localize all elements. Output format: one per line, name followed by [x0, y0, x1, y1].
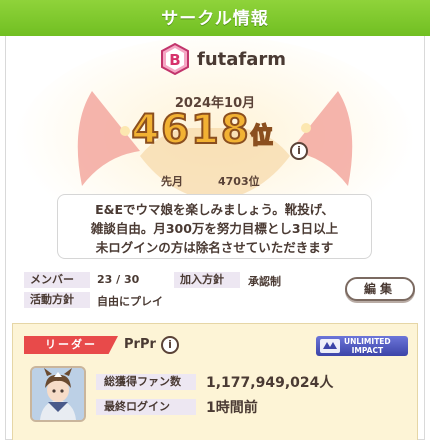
character-portrait-icon	[32, 368, 84, 420]
circle-rank: 4618位	[118, 106, 288, 154]
header-bar: サークル情報	[0, 0, 430, 36]
last-login-label: 最終ログイン	[96, 399, 196, 415]
previous-month-rank: 4703位	[218, 175, 260, 188]
rank-letter: B	[169, 51, 180, 69]
description-line: E&Eでウマ娘を楽しみましょう。靴投げ、	[95, 202, 334, 217]
badge-line-2: IMPACT	[351, 346, 384, 355]
total-fans-value: 1,177,949,024人	[206, 375, 334, 391]
leader-info-icon[interactable]: i	[161, 336, 179, 354]
game-logo-icon	[320, 339, 340, 353]
description-line: 未ログインの方は除名させていただきます	[95, 240, 334, 255]
join-policy-value: 承認制	[248, 275, 281, 288]
circle-rank-emblem: B	[161, 43, 189, 75]
rank-info-icon[interactable]: i	[290, 142, 308, 160]
member-count: 23 / 30	[97, 273, 140, 286]
unlimited-impact-badge: UNLIMITED IMPACT	[316, 336, 408, 356]
activity-policy-value: 自由にプレイ	[97, 295, 163, 308]
circle-name: futafarm	[197, 49, 287, 70]
rank-suffix: 位	[250, 123, 275, 150]
total-fans-label: 総獲得ファン数	[96, 374, 196, 390]
previous-month-label: 先月	[161, 175, 183, 188]
rank-number: 4618	[130, 106, 251, 154]
last-login-value: 1時間前	[206, 400, 258, 416]
leader-name: PrPr	[124, 337, 156, 352]
leader-avatar[interactable]	[30, 366, 86, 422]
leader-tab: リーダー	[24, 336, 118, 354]
badge-line-1: UNLIMITED	[344, 337, 391, 346]
badge-text: UNLIMITED IMPACT	[344, 337, 391, 355]
activity-policy-label: 活動方針	[24, 292, 90, 308]
header-title: サークル情報	[161, 9, 269, 29]
join-policy-label: 加入方針	[174, 272, 240, 288]
description-line: 雑談自由。月300万を努力目標とし3日以上	[90, 221, 339, 236]
member-label: メンバー	[24, 272, 90, 288]
circle-description: E&Eでウマ娘を楽しみましょう。靴投げ、 雑談自由。月300万を努力目標とし3日…	[57, 194, 372, 259]
edit-button[interactable]: 編集	[345, 277, 415, 301]
